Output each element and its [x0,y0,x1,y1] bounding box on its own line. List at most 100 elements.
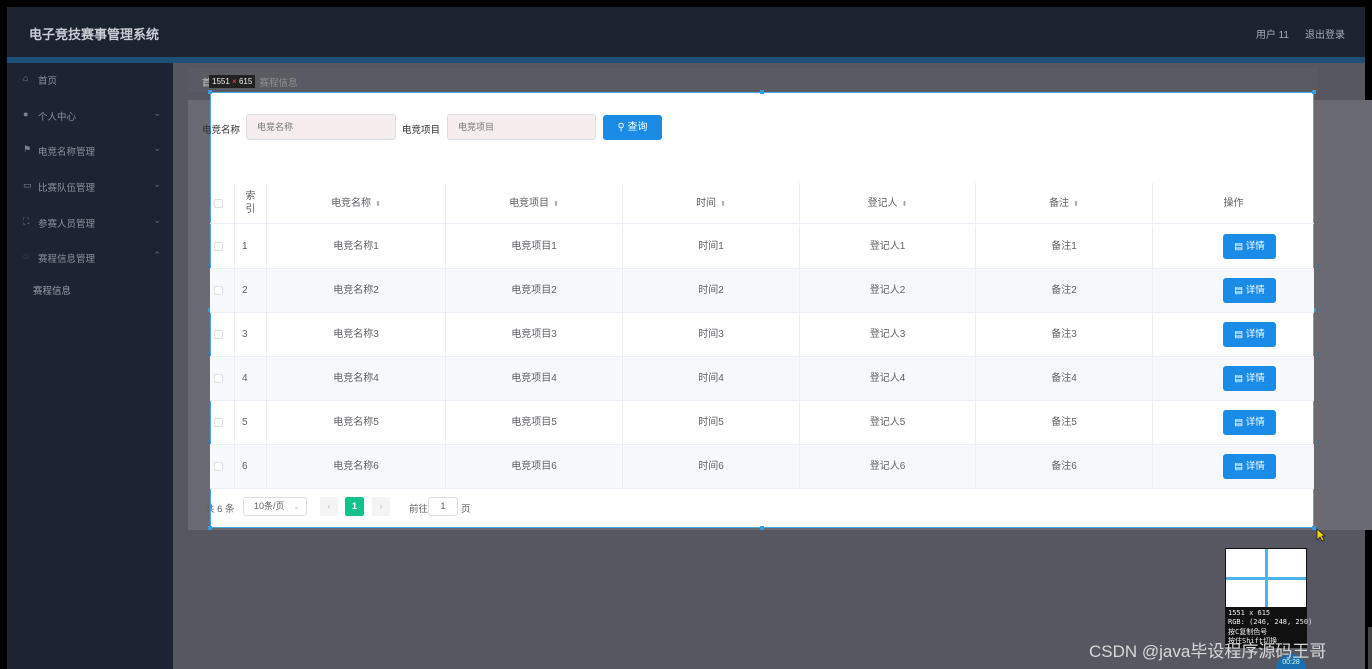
header-name[interactable]: 电竞名称 ⬍ [267,183,446,224]
detail-button-label: 详情 [1245,285,1265,296]
pagination-total: 共 6 条 [205,504,235,515]
cell-note: 备注1 [976,225,1153,269]
cell-name: 电竞名称5 [267,401,446,445]
row-select [210,357,235,401]
watermark: CSDN @java毕设程序源码王哥 [1089,642,1327,661]
cell-project: 电竞项目4 [446,357,623,401]
page-size-select[interactable]: 10条/页 ⌄ [243,497,307,516]
cell-registrant: 登记人6 [800,445,976,489]
team-icon: ▭ [23,180,32,190]
row-checkbox[interactable] [214,242,223,251]
header-index: 索引 [235,183,267,224]
header-registrant[interactable]: 登记人 ⬍ [800,183,976,224]
cell-note: 备注4 [976,357,1153,401]
detail-button-label: 详情 [1245,329,1265,340]
detail-button[interactable]: ▤ 详情 [1223,234,1276,259]
window-edge [1368,627,1372,669]
sort-icon[interactable]: ⬍ [902,201,908,208]
current-page-button[interactable]: 1 [345,497,364,516]
cell-project: 电竞项目1 [446,225,623,269]
name-search-input[interactable] [246,114,396,140]
row-select [210,269,235,313]
app-title: 电子竞技赛事管理系统 [29,27,160,42]
sort-icon[interactable]: ⬍ [375,201,381,208]
header-note[interactable]: 备注 ⬍ [976,183,1153,224]
cell-time: 时间3 [623,313,800,357]
cell-registrant: 登记人5 [800,401,976,445]
resize-handle[interactable] [208,90,212,94]
logout-link[interactable]: 退出登录 [1305,26,1345,41]
chevron-down-icon: ⌄ [153,108,161,118]
row-checkbox[interactable] [214,330,223,339]
sidebar-item-schedule[interactable]: ◌ 赛程信息管理 ⌃ [7,248,173,268]
magnifier-size: 1551 x 615 [1228,609,1271,617]
chevron-left-icon: ‹ [327,501,331,511]
search-icon: ⚲ [617,122,625,133]
row-select [210,313,235,357]
document-icon: ▤ [1234,241,1244,252]
chevron-down-icon: ⌄ [153,143,161,153]
cell-index: 6 [235,445,267,489]
table-header: 索引 电竞名称 ⬍ 电竞项目 ⬍ 时间 ⬍ 登记人 ⬍ 备注 ⬍ 操作 [210,183,1314,224]
resize-handle[interactable] [208,526,212,530]
goto-page-input[interactable]: 1 [428,497,458,516]
next-page-button[interactable]: › [372,497,390,516]
row-checkbox[interactable] [214,286,223,295]
header-select-all [210,183,235,224]
detail-button-label: 详情 [1245,373,1265,384]
query-button-label: 查询 [627,122,648,133]
sidebar-item-teams[interactable]: ▭ 比赛队伍管理 ⌄ [7,177,173,197]
cell-note: 备注6 [976,445,1153,489]
table-row: 4 电竞名称4 电竞项目4 时间4 登记人4 备注4 ▤ 详情 [210,357,1314,401]
detail-button[interactable]: ▤ 详情 [1223,322,1276,347]
row-checkbox[interactable] [214,418,223,427]
sidebar-item-label: 赛程信息管理 [38,254,96,265]
resize-handle[interactable] [1312,90,1316,94]
cell-index: 3 [235,313,267,357]
home-icon: ⌂ [23,73,29,83]
row-select [210,401,235,445]
sidebar-item-personal-center[interactable]: ● 个人中心 ⌄ [7,106,173,126]
cell-registrant: 登记人4 [800,357,976,401]
header-project[interactable]: 电竞项目 ⬍ [446,183,623,224]
chevron-up-icon: ⌃ [153,250,161,260]
sidebar-item-participants[interactable]: ⛶ 参赛人员管理 ⌄ [7,213,173,233]
row-checkbox[interactable] [214,374,223,383]
project-search-input[interactable] [447,114,596,140]
sidebar-item-label: 参赛人员管理 [38,219,96,230]
detail-button[interactable]: ▤ 详情 [1223,454,1276,479]
row-select [210,445,235,489]
cell-index: 5 [235,401,267,445]
resize-handle[interactable] [760,90,764,94]
sort-icon[interactable]: ⬍ [553,201,559,208]
detail-button-label: 详情 [1245,461,1265,472]
table-row: 5 电竞名称5 电竞项目5 时间5 登记人5 备注5 ▤ 详情 [210,401,1314,445]
select-all-checkbox[interactable] [214,199,223,208]
column-label: 电竞名称 [331,198,372,209]
sort-icon[interactable]: ⬍ [720,201,726,208]
detail-button[interactable]: ▤ 详情 [1223,366,1276,391]
sidebar-item-home[interactable]: ⌂ 首页 [7,70,173,90]
chevron-down-icon: ⌄ [293,502,300,511]
prev-page-button[interactable]: ‹ [320,497,338,516]
cell-time: 时间1 [623,225,800,269]
cell-time: 时间4 [623,357,800,401]
cell-name: 电竞名称6 [267,445,446,489]
header-time[interactable]: 时间 ⬍ [623,183,800,224]
mouse-cursor-icon [1316,528,1326,542]
detail-button[interactable]: ▤ 详情 [1223,278,1276,303]
detail-button[interactable]: ▤ 详情 [1223,410,1276,435]
flag-icon: ⚑ [23,144,32,154]
sidebar-item-esports-name[interactable]: ⚑ 电竞名称管理 ⌄ [7,141,173,161]
user-name[interactable]: 用户 11 [1256,26,1289,41]
sidebar-item-label: 比赛队伍管理 [38,183,96,194]
cell-index: 1 [235,225,267,269]
cell-project: 电竞项目5 [446,401,623,445]
sidebar: ⌂ 首页 ● 个人中心 ⌄ ⚑ 电竞名称管理 ⌄ ▭ 比赛队伍管理 ⌄ ⛶ 参赛… [7,63,173,669]
row-checkbox[interactable] [214,462,223,471]
resize-handle[interactable] [760,526,764,530]
sidebar-subitem-schedule-info[interactable]: 赛程信息 [33,283,71,297]
sort-icon[interactable]: ⬍ [1073,201,1079,208]
query-button[interactable]: ⚲ 查询 [603,115,662,140]
goto-prefix: 前往 [409,504,429,515]
